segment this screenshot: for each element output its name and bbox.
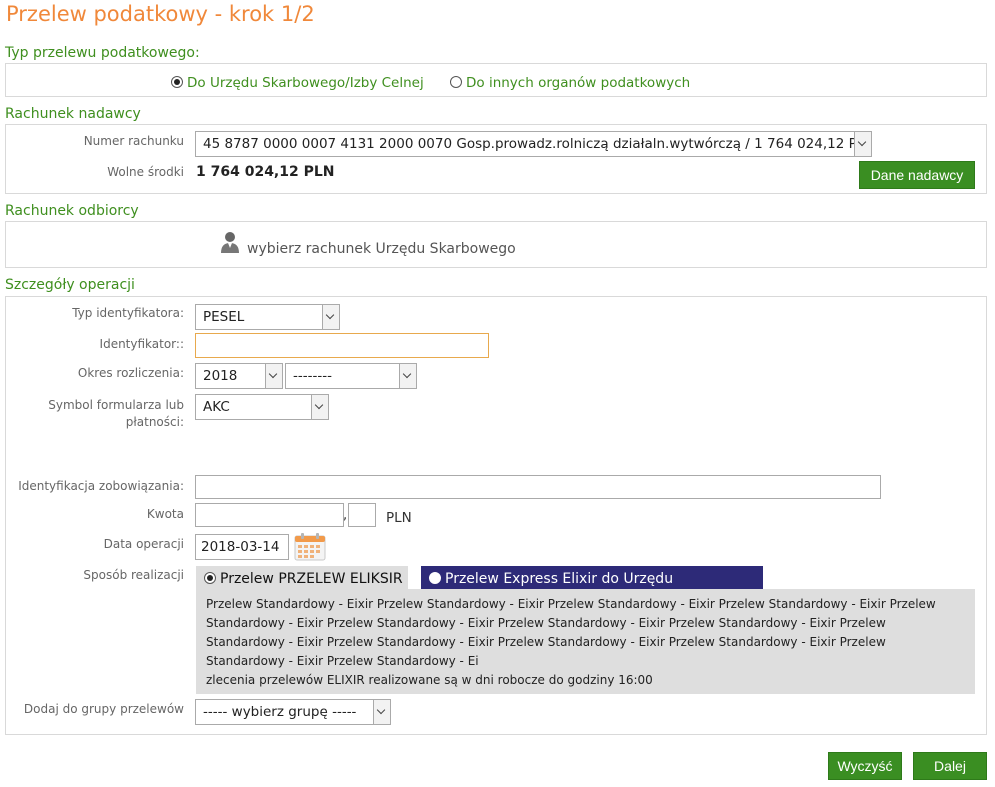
free-funds-value: 1 764 024,12 PLN [196, 164, 335, 180]
account-select[interactable]: 45 8787 0000 0007 4131 2000 0070 Gosp.pr… [195, 131, 872, 157]
chevron-down-icon[interactable] [265, 364, 282, 388]
tax-type-panel: Do Urzędu Skarbowego/Izby Celnej Do inny… [5, 63, 987, 97]
next-button[interactable]: Dalej [913, 752, 987, 780]
method-info-text: Przelew Standardowy - Eixir Przelew Stan… [206, 597, 936, 668]
id-type-select[interactable]: PESEL [195, 304, 340, 330]
free-funds-label: Wolne środki [107, 165, 184, 179]
sender-details-button[interactable]: Dane nadawcy [859, 161, 975, 189]
person-icon[interactable] [219, 230, 241, 254]
radio-unselected-icon[interactable] [429, 572, 441, 584]
amount-decimal-input[interactable] [348, 503, 376, 527]
sender-heading: Rachunek nadawcy [5, 106, 141, 122]
id-type-label: Typ identyfikatora: [72, 306, 184, 320]
tax-type-option-office[interactable]: Do Urzędu Skarbowego/Izby Celnej [171, 72, 424, 91]
date-label: Data operacji [103, 537, 184, 551]
recipient-heading: Rachunek odbiorcy [5, 203, 139, 219]
chevron-down-icon[interactable] [854, 132, 871, 156]
period-label: Okres rozliczenia: [77, 366, 184, 380]
chevron-down-icon[interactable] [322, 305, 339, 329]
method-info-note: zlecenia przelewów ELIXIR realizowane są… [206, 673, 653, 687]
chevron-down-icon[interactable] [311, 395, 328, 419]
radio-selected-icon[interactable] [171, 76, 183, 88]
method-info-box: Przelew Standardowy - Eixir Przelew Stan… [196, 589, 975, 694]
tax-type-heading: Typ przelewu podatkowego: [5, 45, 200, 61]
calendar-icon[interactable] [294, 533, 326, 561]
method-label: Sposób realizacji [83, 568, 184, 582]
amount-label: Kwota [146, 507, 184, 521]
clear-button[interactable]: Wyczyść [828, 752, 902, 780]
choose-tax-office-link[interactable]: wybierz rachunek Urzędu Skarbowego [247, 241, 516, 257]
period-year-select[interactable]: 2018 [195, 363, 283, 389]
group-select[interactable]: ----- wybierz grupę ----- [195, 699, 391, 725]
page-title: Przelew podatkowy - krok 1/2 [6, 2, 315, 26]
radio-selected-icon[interactable] [204, 572, 216, 584]
symbol-select[interactable]: AKC [195, 394, 329, 420]
amount-integer-input[interactable] [195, 503, 344, 527]
identifier-label: Identyfikator:: [99, 337, 184, 351]
period-sub-select[interactable]: -------- [285, 363, 417, 389]
symbol-label: Symbol formularza lub płatności: [48, 398, 184, 429]
tax-type-option-other[interactable]: Do innych organów podatkowych [450, 72, 690, 91]
amount-separator: , [343, 508, 348, 523]
details-heading: Szczegóły operacji [5, 277, 135, 293]
chevron-down-icon[interactable] [399, 364, 416, 388]
chevron-down-icon[interactable] [373, 700, 390, 724]
account-number-label: Numer rachunku [83, 134, 184, 148]
identifier-input[interactable] [195, 333, 489, 358]
date-input[interactable]: 2018-03-14 [195, 534, 289, 560]
obligation-input[interactable] [195, 475, 881, 499]
amount-currency: PLN [386, 510, 412, 526]
obligation-label: Identyfikacja zobowiązania: [18, 479, 184, 493]
group-label: Dodaj do grupy przelewów [23, 702, 184, 716]
radio-unselected-icon[interactable] [450, 76, 462, 88]
